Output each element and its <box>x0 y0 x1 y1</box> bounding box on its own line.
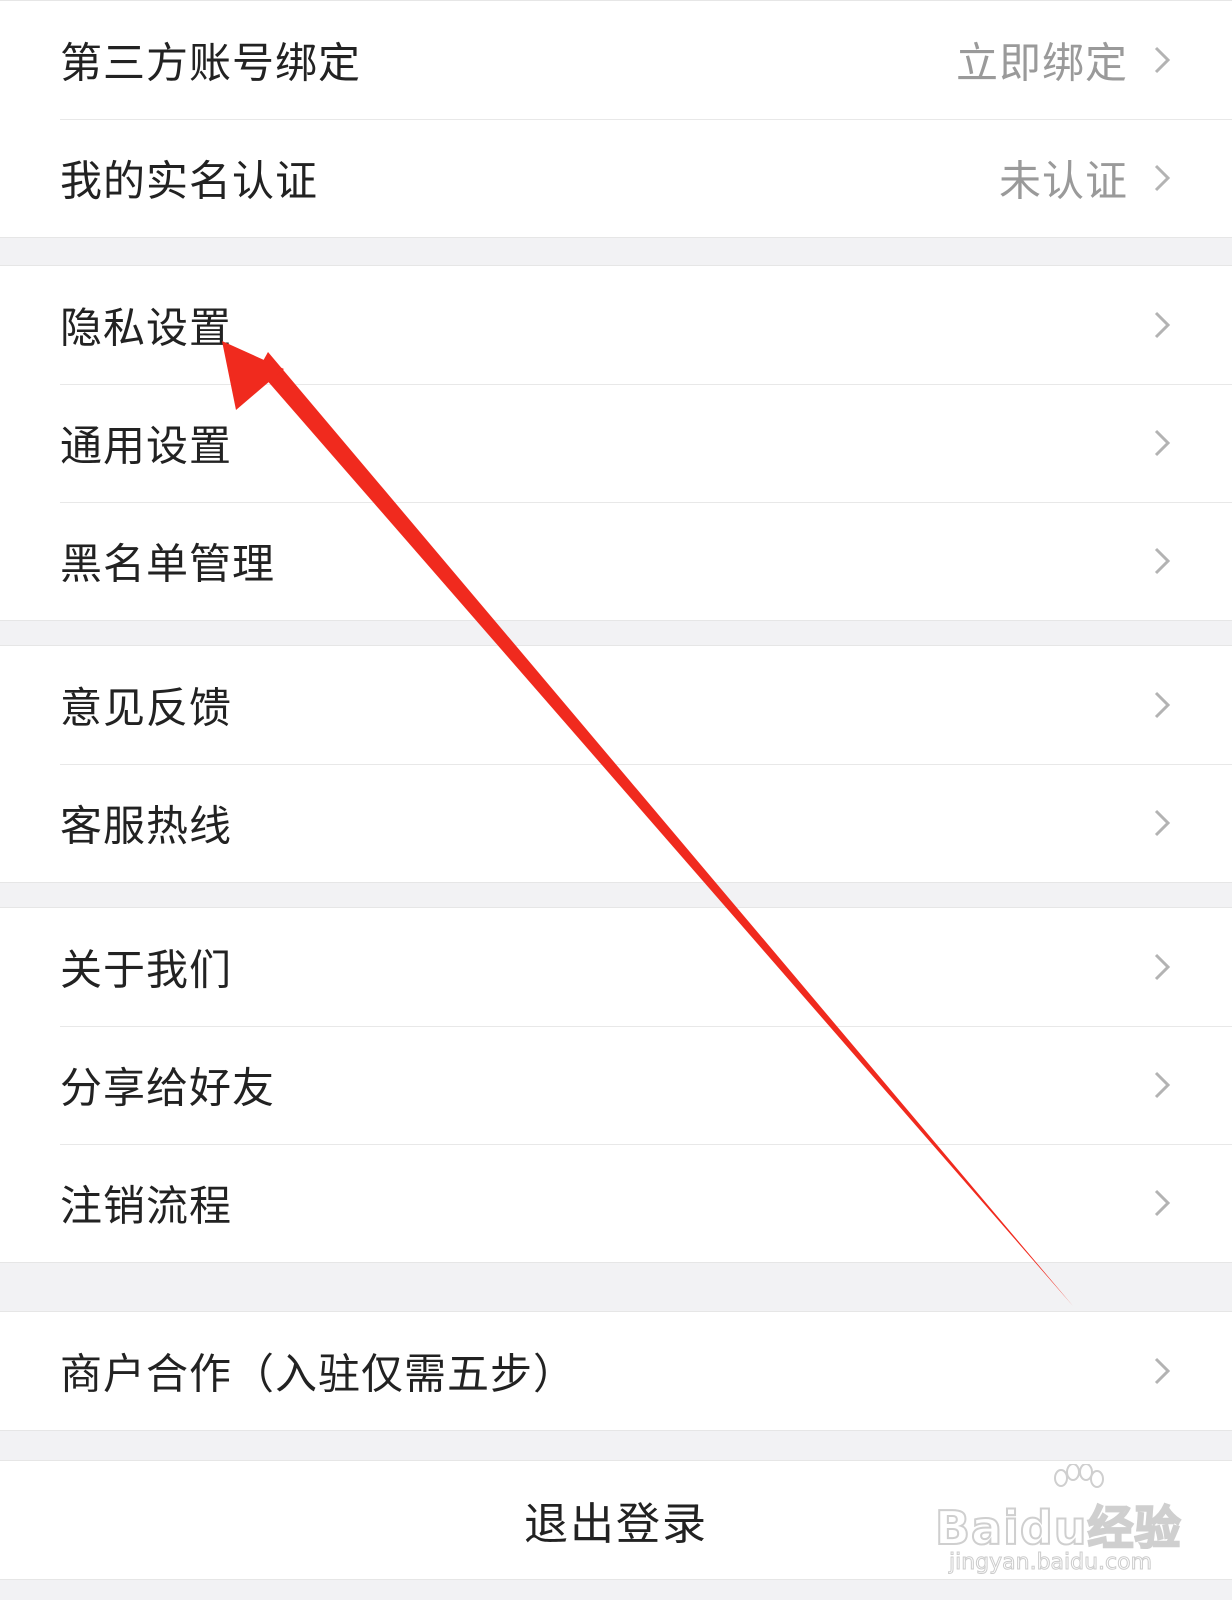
chevron-right-icon <box>1154 953 1171 981</box>
row-about-us[interactable]: 关于我们 <box>0 908 1232 1026</box>
chevron-right-icon <box>1154 311 1171 339</box>
row-merchant-cooperation[interactable]: 商户合作（入驻仅需五步） <box>0 1312 1232 1430</box>
row-general-settings[interactable]: 通用设置 <box>0 384 1232 502</box>
row-label: 关于我们 <box>60 945 233 995</box>
row-value: 未认证 <box>998 156 1128 206</box>
row-value: 立即绑定 <box>955 38 1128 88</box>
row-share-with-friends[interactable]: 分享给好友 <box>0 1026 1232 1144</box>
chevron-right-icon <box>1154 164 1171 192</box>
row-privacy-settings[interactable]: 隐私设置 <box>0 266 1232 384</box>
row-label: 分享给好友 <box>60 1063 276 1113</box>
row-label: 通用设置 <box>60 421 233 471</box>
logout-button[interactable]: 退出登录 <box>0 1460 1232 1580</box>
row-label: 意见反馈 <box>60 683 233 733</box>
row-label: 我的实名认证 <box>60 156 319 206</box>
chevron-right-icon <box>1154 429 1171 457</box>
row-blacklist-management[interactable]: 黑名单管理 <box>0 502 1232 620</box>
logout-label: 退出登录 <box>524 1499 708 1550</box>
support-section: 意见反馈 客服热线 <box>0 645 1232 883</box>
chevron-right-icon <box>1154 809 1171 837</box>
row-label: 黑名单管理 <box>60 539 276 589</box>
chevron-right-icon <box>1154 1071 1171 1099</box>
row-label: 第三方账号绑定 <box>60 38 362 88</box>
chevron-right-icon <box>1154 46 1171 74</box>
account-section: 第三方账号绑定 立即绑定 我的实名认证 未认证 <box>0 0 1232 238</box>
row-label: 客服热线 <box>60 801 233 851</box>
row-feedback[interactable]: 意见反馈 <box>0 646 1232 764</box>
chevron-right-icon <box>1154 1189 1171 1217</box>
row-label: 商户合作（入驻仅需五步） <box>60 1349 577 1399</box>
row-label: 注销流程 <box>60 1181 233 1231</box>
chevron-right-icon <box>1154 1357 1171 1385</box>
row-real-name-verification[interactable]: 我的实名认证 未认证 <box>0 119 1232 237</box>
row-customer-hotline[interactable]: 客服热线 <box>0 764 1232 882</box>
row-third-party-binding[interactable]: 第三方账号绑定 立即绑定 <box>0 1 1232 119</box>
about-section: 关于我们 分享给好友 注销流程 <box>0 907 1232 1263</box>
row-account-cancellation[interactable]: 注销流程 <box>0 1144 1232 1262</box>
chevron-right-icon <box>1154 691 1171 719</box>
merchant-section: 商户合作（入驻仅需五步） <box>0 1311 1232 1431</box>
row-label: 隐私设置 <box>60 303 233 353</box>
settings-section: 隐私设置 通用设置 黑名单管理 <box>0 265 1232 621</box>
chevron-right-icon <box>1154 547 1171 575</box>
